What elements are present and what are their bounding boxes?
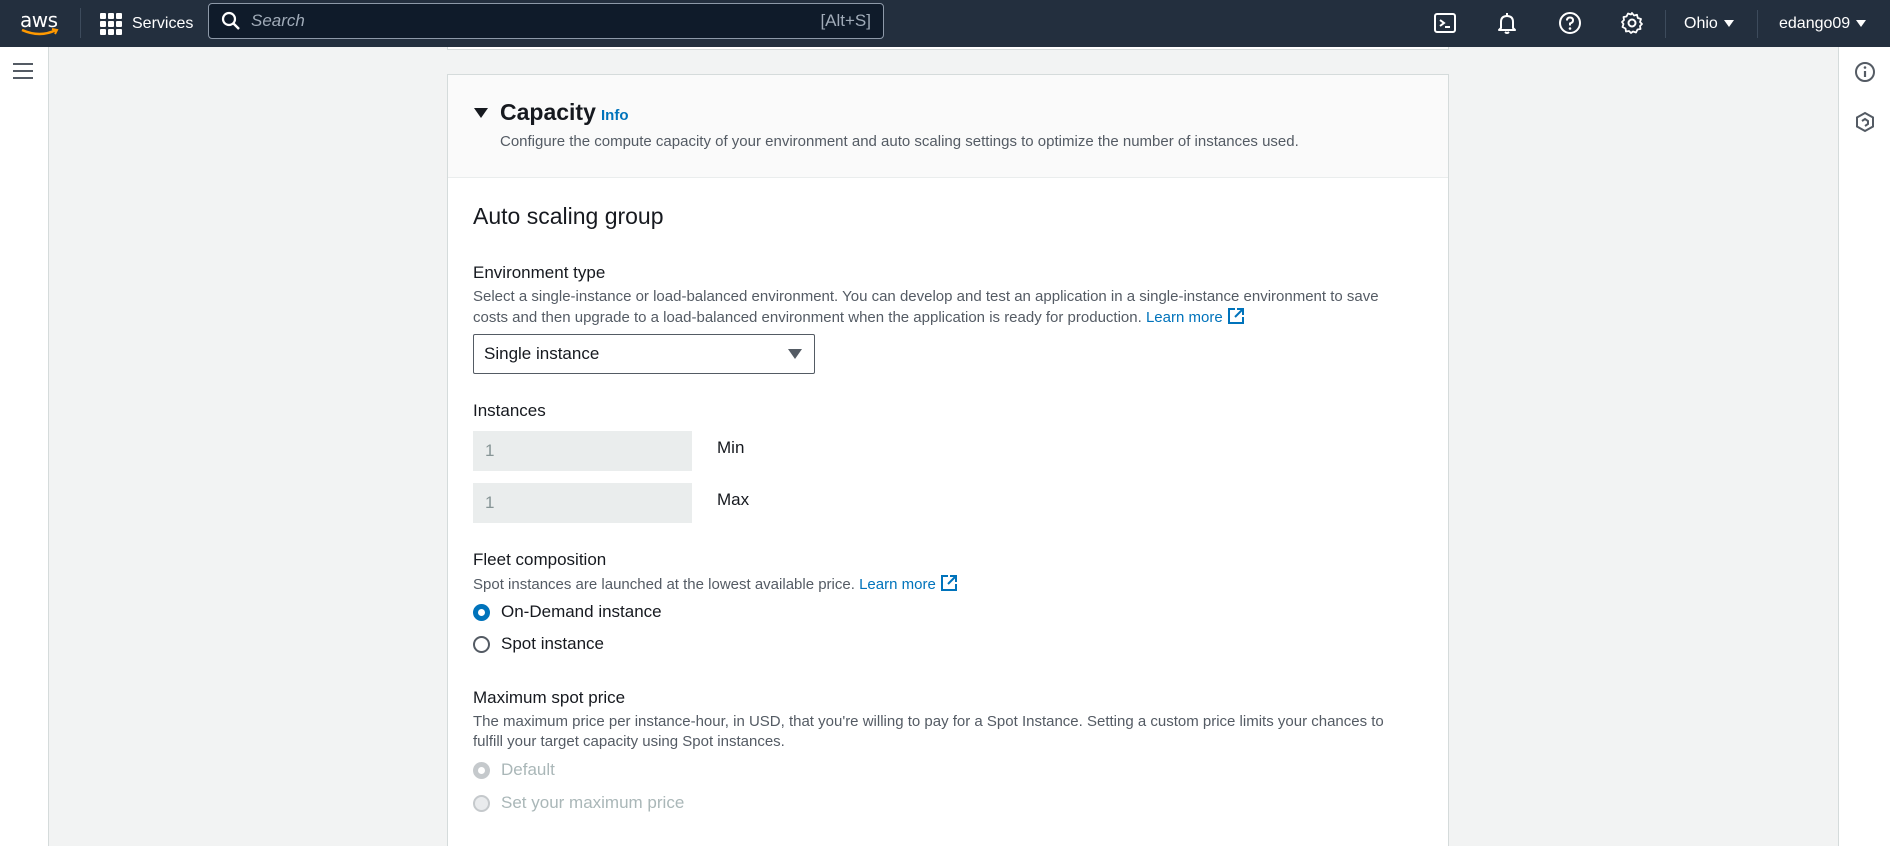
services-menu-button[interactable]: Services: [100, 0, 193, 47]
account-menu[interactable]: edango09: [1779, 0, 1867, 47]
fleet-composition-description-wrap: Spot instances are launched at the lowes…: [473, 574, 958, 595]
caret-down-icon: [788, 349, 802, 359]
environment-type-description: Select a single-instance or load-balance…: [473, 287, 1379, 328]
panel-description: Configure the compute capacity of your e…: [500, 133, 1299, 150]
instances-min-label: Min: [717, 438, 745, 457]
instances-min-input[interactable]: [473, 431, 692, 471]
services-grid-icon: [100, 12, 122, 35]
instances-max-label: Max: [717, 490, 750, 509]
bell-icon[interactable]: [1495, 11, 1519, 35]
settings-icon[interactable]: [1620, 11, 1644, 35]
custom-price-label: Set your maximum price: [501, 793, 685, 812]
max-spot-price-description-line2: fulfill your target capacity using Spot …: [473, 733, 785, 750]
fleet-composition-description: Spot instances are launched at the lowes…: [473, 576, 855, 593]
learn-more-label: Learn more: [1145, 309, 1223, 326]
radio-button-checked-disabled: [473, 761, 490, 779]
on-demand-radio-option[interactable]: On-Demand instance: [473, 602, 662, 622]
region-selector[interactable]: Ohio: [1684, 0, 1734, 47]
spot-instance-label: Spot instance: [501, 634, 605, 653]
search-input[interactable]: [241, 11, 821, 31]
max-spot-price-description: The maximum price per instance-hour, in …: [473, 712, 1384, 752]
chevron-down-icon: [1723, 20, 1734, 27]
caret-down-icon[interactable]: [474, 108, 488, 118]
radio-button-disabled: [473, 794, 490, 812]
panel-header: Capacity Info Configure the compute capa…: [448, 75, 1448, 178]
custom-price-radio-option: Set your maximum price: [473, 793, 684, 813]
external-link-icon: [1227, 308, 1244, 324]
search-bar[interactable]: [Alt+S]: [208, 3, 884, 39]
menu-icon[interactable]: [13, 63, 33, 79]
account-username: edango09: [1779, 14, 1851, 32]
instances-label: Instances: [473, 401, 546, 420]
capacity-panel: Capacity Info Configure the compute capa…: [447, 74, 1449, 846]
cloudshell-icon[interactable]: [1433, 11, 1457, 35]
environment-type-description-line2-wrap: costs and then upgrade to a load-balance…: [473, 307, 1379, 328]
hexagon-icon[interactable]: [1854, 111, 1876, 133]
section-title: Auto scaling group: [473, 203, 664, 229]
radio-button-checked[interactable]: [473, 603, 490, 621]
left-navigation-rail: [0, 47, 49, 846]
environment-type-description-line2: costs and then upgrade to a load-balance…: [473, 309, 1142, 326]
learn-more-label: Learn more: [859, 576, 936, 593]
environment-type-label: Environment type: [473, 263, 606, 282]
max-spot-price-description-line1: The maximum price per instance-hour, in …: [473, 713, 1384, 730]
external-link-icon: [940, 575, 957, 591]
search-shortcut-hint: [Alt+S]: [820, 11, 871, 30]
right-tools-rail: [1838, 47, 1890, 846]
panel-title[interactable]: Capacity: [500, 99, 596, 126]
spot-instance-radio-option[interactable]: Spot instance: [473, 634, 604, 654]
default-price-label: Default: [501, 760, 555, 779]
help-icon[interactable]: [1558, 11, 1582, 35]
aws-smile-icon: [21, 28, 59, 36]
search-icon: [221, 11, 240, 30]
region-label: Ohio: [1684, 14, 1718, 32]
fleet-composition-label: Fleet composition: [473, 550, 607, 569]
learn-more-link[interactable]: Learn more: [859, 575, 958, 593]
on-demand-label: On-Demand instance: [501, 602, 662, 621]
info-link[interactable]: Info: [601, 107, 629, 124]
default-price-radio-option: Default: [473, 760, 555, 780]
learn-more-link[interactable]: Learn more: [1145, 308, 1245, 326]
nav-divider: [1757, 10, 1758, 38]
top-navigation-bar: aws Services [Alt+S]: [0, 0, 1890, 47]
instances-max-input[interactable]: [473, 483, 692, 523]
environment-type-select[interactable]: Single instance: [473, 334, 815, 374]
aws-logo[interactable]: aws: [20, 8, 62, 38]
nav-divider: [1665, 10, 1666, 38]
radio-button[interactable]: [473, 635, 490, 653]
environment-type-selected-value: Single instance: [484, 344, 600, 363]
chevron-down-icon: [1856, 20, 1867, 27]
max-spot-price-label: Maximum spot price: [473, 688, 626, 707]
previous-panel-bottom: [447, 47, 1449, 50]
services-label: Services: [132, 14, 194, 32]
nav-divider: [80, 8, 81, 38]
environment-type-description-line1: Select a single-instance or load-balance…: [473, 288, 1379, 305]
info-icon[interactable]: [1854, 61, 1876, 83]
